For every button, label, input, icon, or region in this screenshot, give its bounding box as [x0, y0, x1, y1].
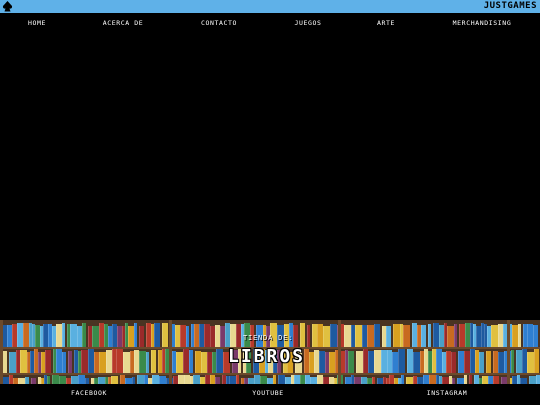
nav-item-home[interactable]: HOME	[28, 17, 46, 29]
main-nav: HOME ACERCA DE CONTACTO JUEGOS ARTE MERC…	[0, 17, 540, 29]
footer: FACEBOOK YOUTUBE INSTAGRAM	[0, 384, 540, 405]
footer-link-instagram[interactable]: INSTAGRAM	[427, 389, 468, 397]
nav-item-merchandising[interactable]: MERCHANDISING	[453, 17, 512, 29]
top-bar: JUSTGAMES	[0, 0, 540, 13]
banner-subtitle: TIENDA DE:	[243, 334, 294, 342]
footer-link-facebook[interactable]: FACEBOOK	[71, 389, 107, 397]
nav-item-acerca-de[interactable]: ACERCA DE	[103, 17, 144, 29]
brand-logo-text[interactable]: JUSTGAMES	[484, 0, 537, 13]
banner-title[interactable]: LIBROS	[228, 346, 305, 367]
spade-icon[interactable]	[2, 1, 13, 12]
nav-item-arte[interactable]: ARTE	[377, 17, 395, 29]
nav-item-contacto[interactable]: CONTACTO	[201, 17, 237, 29]
nav-item-juegos[interactable]: JUEGOS	[294, 17, 321, 29]
footer-link-youtube[interactable]: YOUTUBE	[252, 389, 284, 397]
